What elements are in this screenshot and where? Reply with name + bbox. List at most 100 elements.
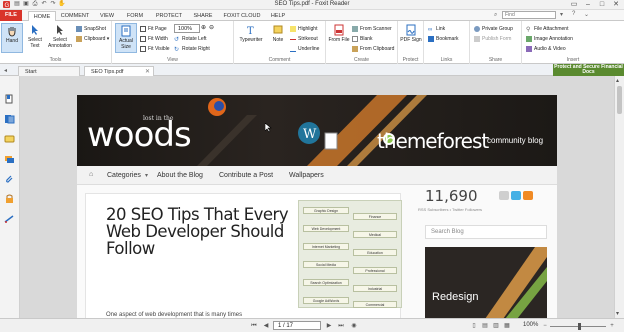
- search-blog-input[interactable]: Search Blog: [425, 225, 547, 239]
- blank-button[interactable]: Blank: [352, 35, 373, 43]
- zoom-in-button[interactable]: +: [608, 322, 616, 330]
- minimize-button[interactable]: –: [581, 0, 595, 10]
- blog-nav: ⌂ Categories ▾ About the Blog Contribute…: [77, 166, 557, 185]
- actual-size-button[interactable]: Actual Size: [115, 23, 137, 53]
- tab-file[interactable]: FILE: [0, 10, 22, 21]
- tab-home[interactable]: HOME: [28, 11, 56, 21]
- paperclip-icon: ⚲: [526, 26, 531, 33]
- select-text-button[interactable]: Select Text: [24, 23, 46, 53]
- rotate-left-label: Rotate Left: [182, 36, 207, 42]
- promo-banner[interactable]: Protect and Secure Financial Docs: [553, 64, 624, 76]
- bookmarks-panel-icon[interactable]: [4, 94, 15, 104]
- underline-icon: [290, 46, 296, 52]
- redesign-ad[interactable]: Redesign: [425, 247, 547, 318]
- fit-visible-button[interactable]: Fit Visible: [140, 45, 170, 53]
- tab-view[interactable]: VIEW: [95, 11, 119, 21]
- home-icon[interactable]: ⌂: [89, 171, 93, 178]
- nav-wallpapers[interactable]: Wallpapers: [289, 172, 324, 179]
- maximize-button[interactable]: □: [595, 0, 609, 10]
- twitter-icon[interactable]: [511, 191, 521, 200]
- publish-form-button[interactable]: Publish Form: [474, 35, 511, 43]
- from-scanner-button[interactable]: From Scanner: [352, 25, 392, 33]
- private-group-label: Private Group: [482, 26, 513, 32]
- protect-group: PDF Sign Protect: [398, 21, 424, 64]
- email-subscribe-icon[interactable]: [499, 191, 509, 200]
- comments-panel-icon[interactable]: [4, 134, 15, 144]
- pages-panel-icon[interactable]: [4, 114, 15, 124]
- document-canvas[interactable]: W lost in the woods themeforest communit…: [20, 76, 614, 318]
- pdf-sign-button[interactable]: PDF Sign: [400, 23, 422, 53]
- search-icon: ⌕: [494, 12, 498, 18]
- nav-contribute[interactable]: Contribute a Post: [219, 172, 273, 179]
- continuous-icon[interactable]: ▤: [481, 322, 489, 330]
- note-label: Note: [272, 37, 284, 43]
- audio-video-button[interactable]: Audio & Video: [526, 45, 566, 53]
- strikeout-button[interactable]: Strikeout: [290, 35, 318, 43]
- infographic-label: Search Optimization: [303, 279, 349, 286]
- tab-protect[interactable]: PROTECT: [152, 11, 186, 21]
- typewriter-button[interactable]: T Typewriter: [236, 23, 266, 53]
- attachments-panel-icon[interactable]: [4, 174, 15, 184]
- from-clipboard-button[interactable]: From Clipboard: [352, 45, 394, 53]
- search-options-icon[interactable]: ▾: [560, 11, 563, 18]
- tab-foxit-cloud[interactable]: FOXIT CLOUD: [220, 11, 264, 21]
- single-page-icon[interactable]: ▯: [470, 322, 478, 330]
- clipboard-button[interactable]: Clipboard ▾: [76, 35, 109, 43]
- previous-view-icon[interactable]: ◉: [350, 322, 358, 330]
- image-annotation-button[interactable]: Image Annotation: [526, 35, 573, 43]
- tab-list-icon[interactable]: ◂: [4, 67, 7, 74]
- vertical-scrollbar[interactable]: ▴ ▾: [614, 76, 624, 318]
- layers-panel-icon[interactable]: [4, 154, 15, 164]
- tab-seo-tips[interactable]: SEO Tips.pdf ✕: [84, 66, 154, 76]
- tab-form[interactable]: FORM: [122, 11, 148, 21]
- zoom-in-icon[interactable]: ⊕: [201, 24, 206, 31]
- tab-start[interactable]: Start: [18, 66, 80, 76]
- fit-page-button[interactable]: Fit Page: [140, 25, 167, 33]
- zoom-out-icon[interactable]: ⊖: [209, 24, 214, 31]
- zoom-select[interactable]: 100%: [174, 24, 200, 33]
- hand-button[interactable]: Hand: [1, 23, 23, 53]
- nav-categories[interactable]: Categories: [107, 172, 141, 179]
- find-input[interactable]: Find: [502, 11, 556, 19]
- fit-width-button[interactable]: Fit Width: [140, 35, 168, 43]
- rss-icon[interactable]: [523, 191, 533, 200]
- note-button[interactable]: Note: [267, 23, 289, 53]
- signature-panel-icon[interactable]: [4, 214, 15, 224]
- close-button[interactable]: ✕: [609, 0, 623, 10]
- zoom-out-button[interactable]: −: [541, 322, 549, 330]
- subscriber-caption: RSS Subscribers • Twitter Followers: [418, 207, 483, 212]
- nav-about[interactable]: About the Blog: [157, 172, 203, 179]
- infographic-label: Finance: [353, 213, 397, 220]
- continuous-facing-icon[interactable]: ▦: [503, 322, 511, 330]
- help-icon[interactable]: ?: [572, 11, 575, 17]
- security-panel-icon[interactable]: [4, 194, 15, 204]
- link-button[interactable]: ∞ Link: [428, 25, 445, 33]
- first-page-icon[interactable]: ⏮: [250, 322, 258, 330]
- expand-icon[interactable]: ⌄: [584, 11, 589, 18]
- last-page-icon[interactable]: ⏭: [337, 322, 345, 330]
- tab-help[interactable]: HELP: [267, 11, 289, 21]
- rotate-right-icon: ↻: [174, 46, 180, 53]
- private-group-button[interactable]: Private Group: [474, 25, 513, 33]
- bookmark-button[interactable]: Bookmark: [428, 35, 459, 43]
- rotate-left-button[interactable]: ↺ Rotate Left: [174, 35, 206, 43]
- tools-group: Hand Select Text Select Annotation SnapS…: [0, 21, 112, 64]
- scroll-down-icon[interactable]: ▾: [616, 310, 619, 317]
- underline-button[interactable]: Underline: [290, 45, 319, 53]
- previous-page-icon[interactable]: ◀: [262, 322, 270, 330]
- select-annotation-button[interactable]: Select Annotation: [47, 23, 73, 53]
- scroll-up-icon[interactable]: ▴: [616, 77, 619, 84]
- zoom-slider-thumb[interactable]: [578, 323, 581, 330]
- highlight-button[interactable]: Highlight: [290, 25, 317, 33]
- scroll-thumb[interactable]: [617, 86, 622, 114]
- rotate-right-button[interactable]: ↻ Rotate Right: [174, 45, 210, 53]
- snapshot-button[interactable]: SnapShot: [76, 25, 106, 33]
- ribbon-toggle-icon[interactable]: ▭: [567, 0, 581, 10]
- file-attachment-button[interactable]: ⚲ File Attachment: [526, 25, 568, 33]
- next-page-icon[interactable]: ▶: [325, 322, 333, 330]
- facing-icon[interactable]: ▥: [492, 322, 500, 330]
- tab-comment[interactable]: COMMENT: [58, 11, 92, 21]
- from-file-button[interactable]: From File: [328, 23, 350, 53]
- page-number-input[interactable]: 1 / 17: [273, 321, 321, 330]
- tab-share[interactable]: SHARE: [189, 11, 217, 21]
